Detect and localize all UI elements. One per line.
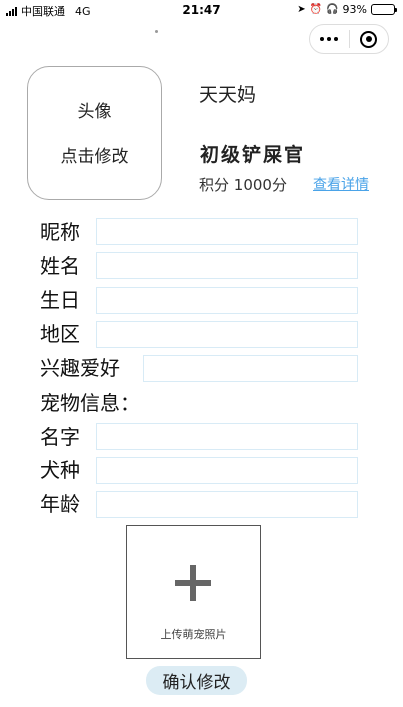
hobby-input[interactable] <box>143 355 358 382</box>
status-right: ➤ ⏰ 🎧 93% <box>297 3 397 16</box>
avatar-label: 头像 <box>77 102 112 122</box>
birthday-input[interactable] <box>96 287 358 314</box>
headphones-icon: 🎧 <box>326 4 339 15</box>
more-dots-icon[interactable] <box>310 37 349 41</box>
upload-pet-photo[interactable]: 上传萌宠照片 <box>126 525 261 659</box>
name-input[interactable] <box>96 252 358 279</box>
user-title: 初级铲屎官 <box>200 144 306 166</box>
region-label: 地区 <box>40 322 80 346</box>
capsule-menu <box>309 24 389 54</box>
breed-input[interactable] <box>96 457 358 484</box>
pet-name-input[interactable] <box>96 423 358 450</box>
points-display: 积分 1000分 <box>199 174 287 195</box>
loading-dot <box>155 30 158 33</box>
upload-label: 上传萌宠照片 <box>160 628 227 641</box>
birthday-label: 生日 <box>40 288 80 312</box>
location-icon: ➤ <box>297 4 306 15</box>
age-label: 年龄 <box>40 492 80 516</box>
battery-percent: 93% <box>342 3 367 16</box>
nickname-label: 昵称 <box>40 220 80 244</box>
alarm-icon: ⏰ <box>309 4 323 15</box>
avatar-action: 点击修改 <box>60 147 129 167</box>
view-details-link[interactable]: 查看详情 <box>313 174 369 194</box>
status-bar: 中国联通 4G 21:47 ➤ ⏰ 🎧 93% <box>0 0 403 20</box>
nickname-input[interactable] <box>96 218 358 245</box>
breed-label: 犬种 <box>40 458 80 482</box>
user-name: 天天妈 <box>199 84 257 106</box>
pet-name-label: 名字 <box>40 425 80 449</box>
pet-info-label: 宠物信息： <box>40 391 140 415</box>
name-label: 姓名 <box>40 254 80 278</box>
points-label: 积分 <box>199 176 230 194</box>
age-input[interactable] <box>96 491 358 518</box>
plus-icon <box>175 565 211 601</box>
confirm-button[interactable]: 确认修改 <box>146 666 247 695</box>
hobby-label: 兴趣爱好 <box>40 356 120 380</box>
target-close-icon[interactable] <box>349 30 388 48</box>
avatar-upload[interactable]: 头像 点击修改 <box>27 66 162 200</box>
region-input[interactable] <box>96 321 358 348</box>
battery-icon <box>371 4 397 15</box>
points-value: 1000分 <box>233 176 287 194</box>
